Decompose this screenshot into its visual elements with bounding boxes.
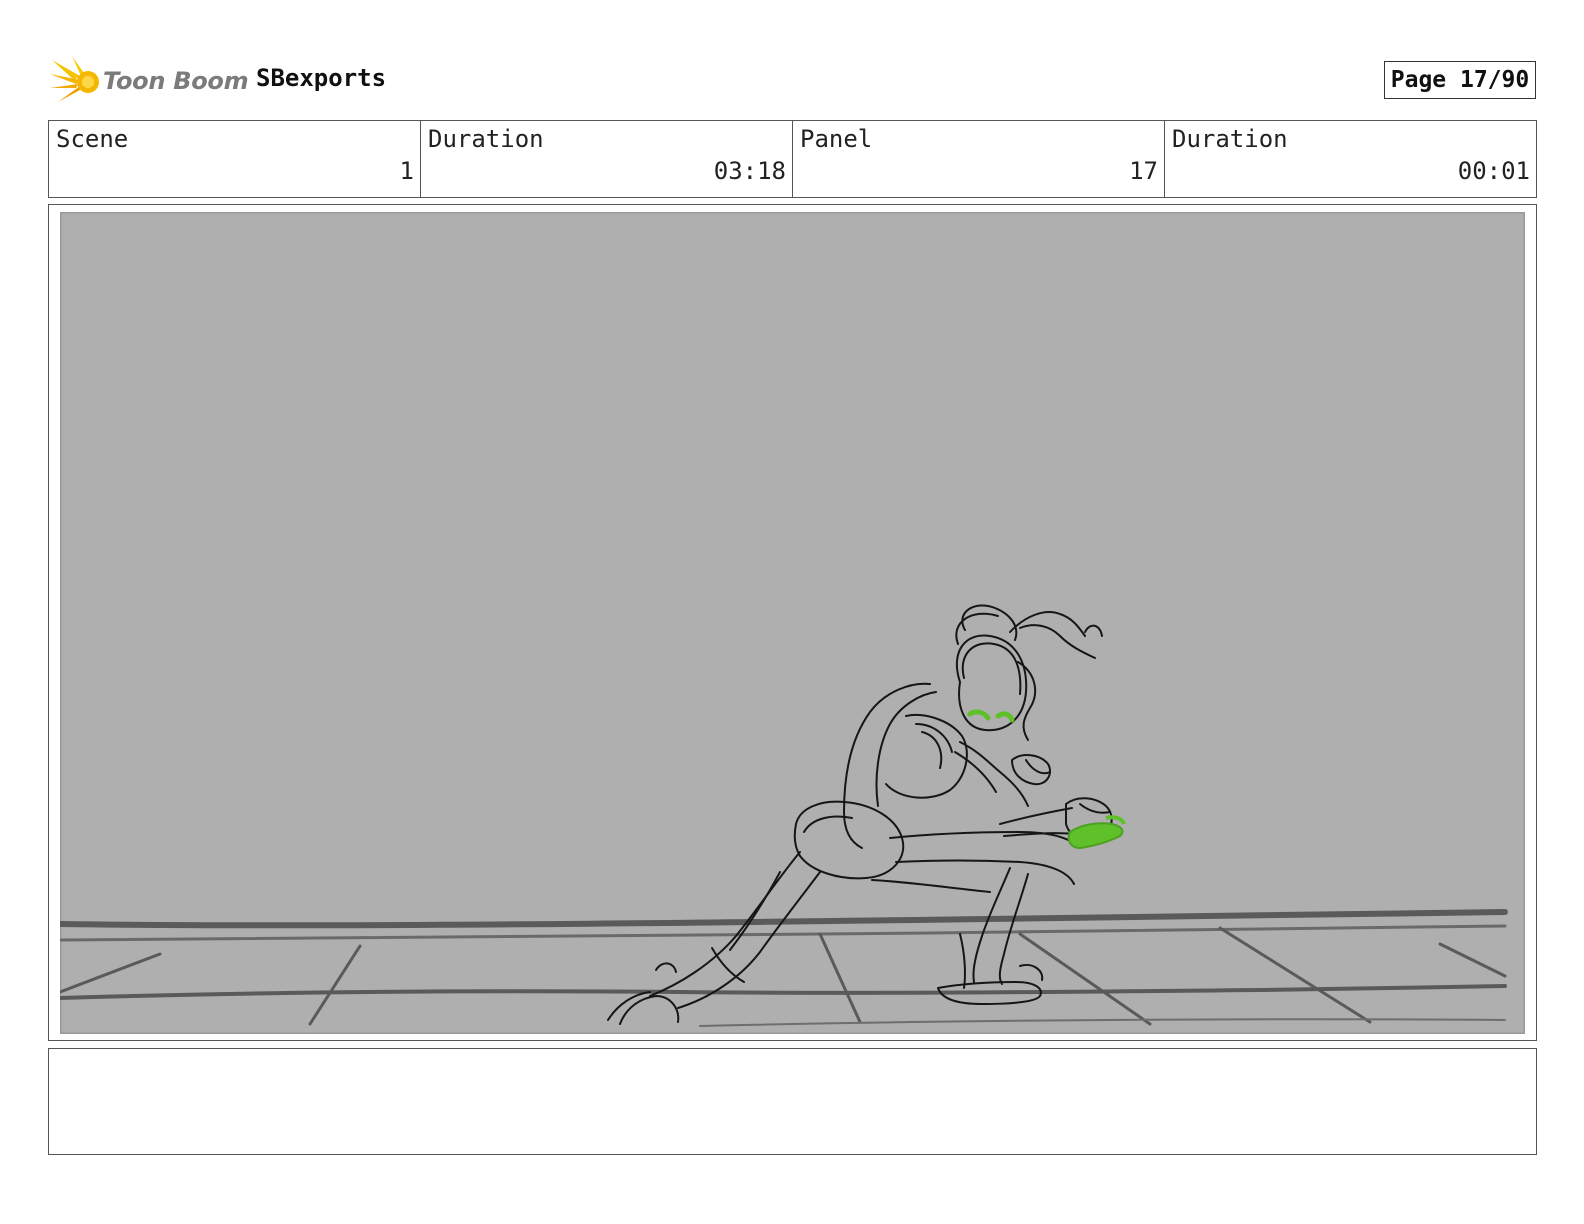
panel-cell: Panel 17 [793,121,1165,197]
page-indicator: Page 17/90 [1384,61,1536,99]
scene-duration-label: Duration [428,125,544,153]
panel-duration-value: 00:01 [1457,157,1530,185]
scene-cell: Scene 1 [49,121,421,197]
panel-duration-cell: Duration 00:01 [1165,121,1536,197]
starburst-icon [50,56,99,102]
logo-text: Toon Boom [103,67,249,95]
panel-notes-box [48,1048,1537,1155]
panel-duration-label: Duration [1172,125,1288,153]
scene-duration-cell: Duration 03:18 [421,121,793,197]
storyboard-panel-sketch [60,212,1525,1034]
panel-label: Panel [800,125,873,153]
panel-value: 17 [1129,157,1158,185]
toon-boom-logo: Toon Boom [50,54,249,108]
scene-info-row: Scene 1 Duration 03:18 Panel 17 Duration… [48,120,1537,198]
scene-value: 1 [399,157,414,185]
scene-label: Scene [56,125,129,153]
panel-background [60,212,1525,1034]
scene-duration-value: 03:18 [713,157,786,185]
project-name: SBexports [256,64,387,92]
